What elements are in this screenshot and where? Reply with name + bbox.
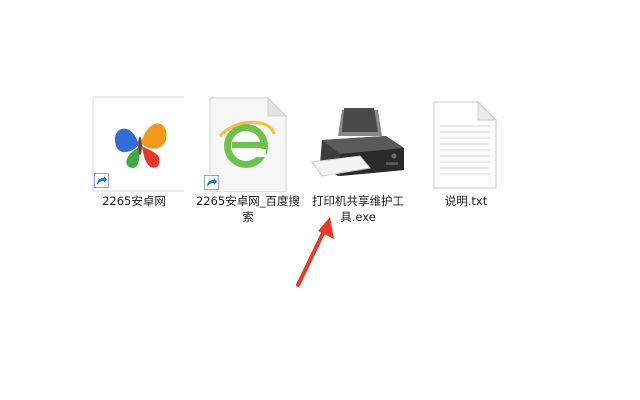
desktop-file-2265-anzhuowang[interactable]: 2265安卓网 [84,96,184,236]
text-document-icon [416,96,516,192]
shortcut-arrow-icon [204,175,219,190]
file-label: 2265安卓网_百度搜索 [195,194,301,224]
file-label: 说明.txt [444,194,488,208]
butterfly-shortcut-icon [84,96,184,192]
red-arrow-icon [296,217,334,287]
file-label: 2265安卓网 [102,194,166,208]
printer-icon [308,96,408,192]
desktop-file-readme-txt[interactable]: 说明.txt [416,96,516,236]
desktop-area: 2265安卓网 2265安卓网_百度搜索 打印机共享维护工具.exe 说明.tx… [0,0,640,400]
shortcut-arrow-icon [94,173,109,188]
desktop-file-baidu-search[interactable]: 2265安卓网_百度搜索 [196,96,300,236]
browser-e-shortcut-icon [198,96,298,192]
